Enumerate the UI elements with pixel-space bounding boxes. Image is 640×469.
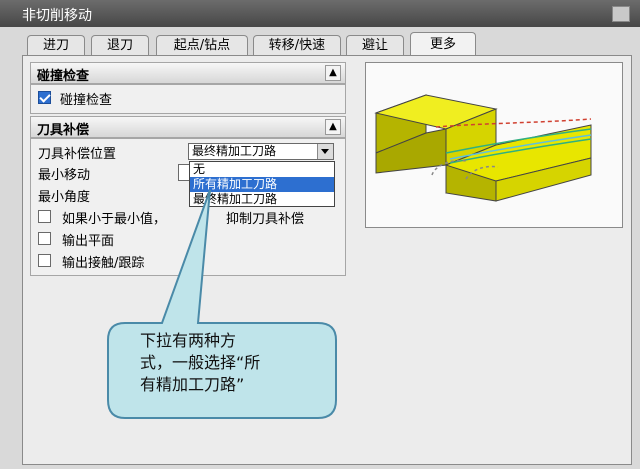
output-contact-label: 输出接触/跟踪 — [62, 256, 145, 271]
dropdown-option-none[interactable]: 无 — [190, 162, 334, 177]
suppress-comp-label-tail: 抑制刀具补偿 — [226, 212, 305, 227]
output-contact-checkbox[interactable] — [38, 254, 51, 267]
dropdown-option-all-finish[interactable]: 所有精加工刀路 — [190, 177, 334, 192]
collapse-up-icon[interactable]: ▲ — [325, 65, 341, 81]
tab-engage[interactable]: 进刀 — [27, 35, 85, 55]
dropdown-option-final-finish[interactable]: 最终精加工刀路 — [190, 192, 334, 207]
tab-transfer-rapid[interactable]: 转移/快速 — [253, 35, 341, 55]
collapse-up-icon[interactable]: ▲ — [325, 119, 341, 135]
preview-image — [365, 62, 623, 228]
collision-check-checkbox[interactable] — [38, 91, 51, 104]
collision-group-header[interactable]: 碰撞检查 ▲ — [30, 62, 346, 84]
output-plane-checkbox[interactable] — [38, 232, 51, 245]
suppress-comp-checkbox[interactable] — [38, 210, 51, 223]
callout-line-3: 有精加工刀路” — [140, 375, 245, 394]
callout-line-2: 式，一般选择“所 — [140, 353, 261, 372]
window-close-button[interactable] — [612, 6, 630, 22]
callout-line-1: 下拉有两种方 — [140, 331, 237, 350]
tab-more[interactable]: 更多 — [410, 32, 476, 56]
cutter-comp-position-select[interactable]: 最终精加工刀路 — [188, 143, 334, 160]
min-angle-label: 最小角度 — [38, 190, 91, 205]
callout-text: 下拉有两种方 式，一般选择“所 有精加工刀路” — [140, 330, 320, 396]
cutter-comp-dropdown-list: 无 所有精加工刀路 最终精加工刀路 — [189, 161, 335, 207]
cutter-comp-group-title: 刀具补偿 — [37, 123, 90, 138]
cutter-comp-position-label: 刀具补偿位置 — [38, 147, 117, 162]
tab-start-drill-points[interactable]: 起点/钻点 — [156, 35, 248, 55]
select-value: 最终精加工刀路 — [192, 144, 277, 158]
window-title: 非切削移动 — [22, 8, 92, 24]
cutter-comp-group-header[interactable]: 刀具补偿 ▲ — [30, 116, 346, 138]
tab-avoidance[interactable]: 避让 — [346, 35, 404, 55]
stepped-block-illustration — [374, 94, 592, 202]
chevron-down-icon[interactable] — [317, 144, 333, 159]
tab-retract[interactable]: 退刀 — [91, 35, 149, 55]
min-move-label: 最小移动 — [38, 168, 91, 183]
collision-group-title: 碰撞检查 — [37, 69, 90, 84]
window-titlebar: 非切削移动 — [0, 0, 640, 27]
collision-check-label: 碰撞检查 — [60, 93, 113, 108]
output-plane-label: 输出平面 — [62, 234, 115, 249]
suppress-comp-label: 如果小于最小值， — [62, 212, 167, 227]
